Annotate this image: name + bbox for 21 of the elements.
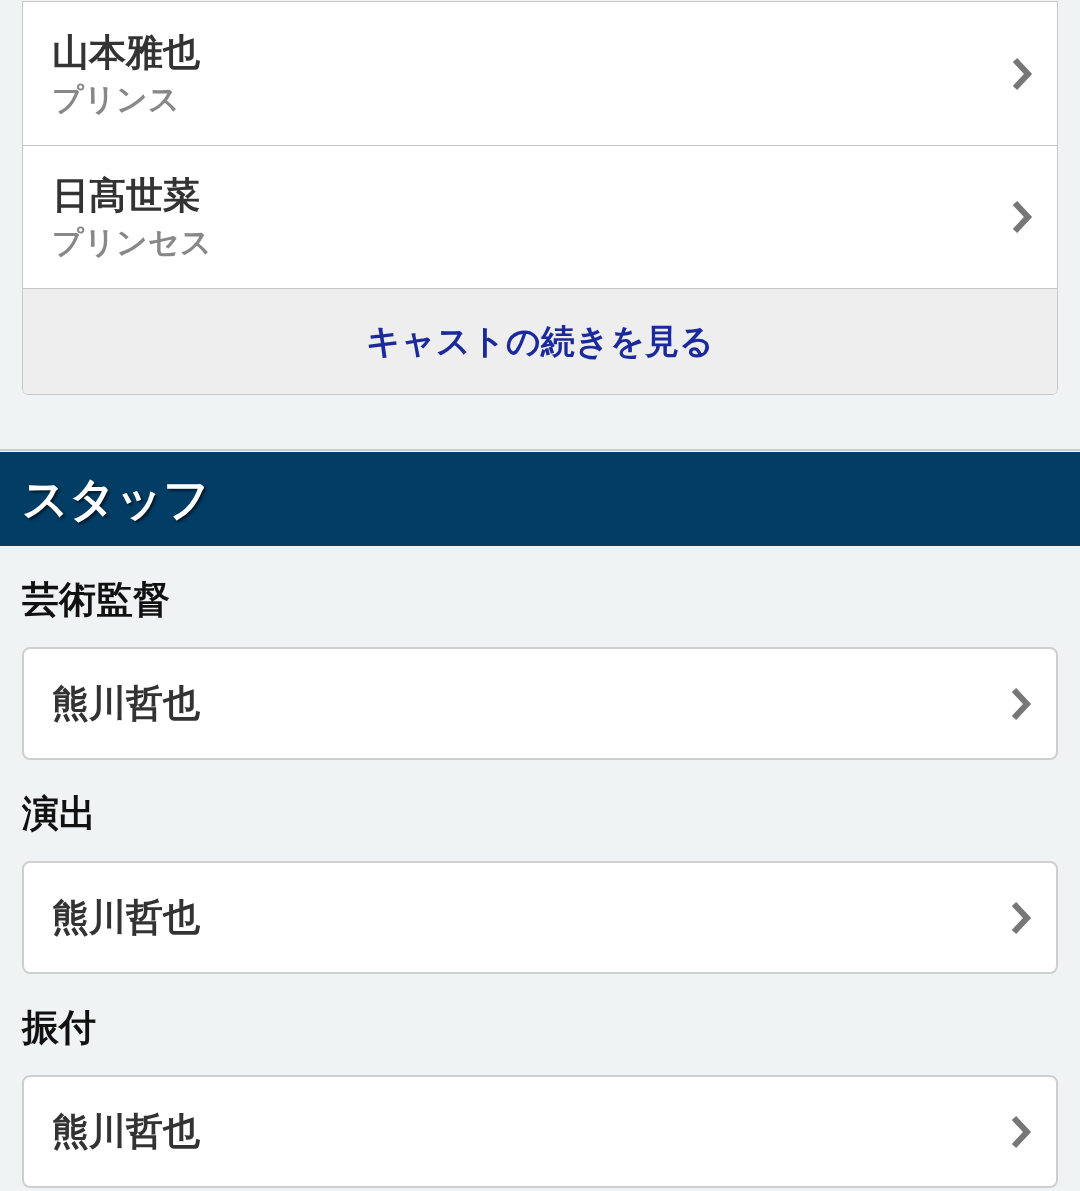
staff-list-item[interactable]: 熊川哲也: [22, 647, 1058, 760]
section-title: スタッフ: [22, 470, 210, 528]
show-more-cast-button[interactable]: キャストの続きを見る: [23, 288, 1057, 394]
staff-name: 熊川哲也: [52, 894, 200, 941]
cast-list-item[interactable]: 山本雅也 プリンス: [23, 2, 1057, 145]
chevron-right-icon: [1010, 900, 1032, 935]
staff-role-heading: 芸術監督: [22, 578, 170, 621]
cast-name: 山本雅也: [52, 29, 200, 76]
cast-name: 日髙世菜: [52, 173, 201, 219]
staff-name: 熊川哲也: [52, 1108, 200, 1155]
staff-list-item[interactable]: 熊川哲也: [22, 861, 1058, 974]
chevron-right-icon: [1010, 686, 1032, 721]
chevron-right-icon: [1011, 56, 1033, 91]
chevron-right-icon: [1010, 1114, 1032, 1149]
cast-role: プリンセス: [52, 223, 212, 262]
staff-role-heading: 演出: [22, 792, 96, 835]
staff-role-heading: 振付: [22, 1006, 96, 1049]
chevron-right-icon: [1011, 200, 1033, 234]
staff-name: 熊川哲也: [52, 680, 200, 727]
cast-role: プリンス: [52, 79, 181, 119]
staff-list-item[interactable]: 熊川哲也: [22, 1075, 1058, 1188]
